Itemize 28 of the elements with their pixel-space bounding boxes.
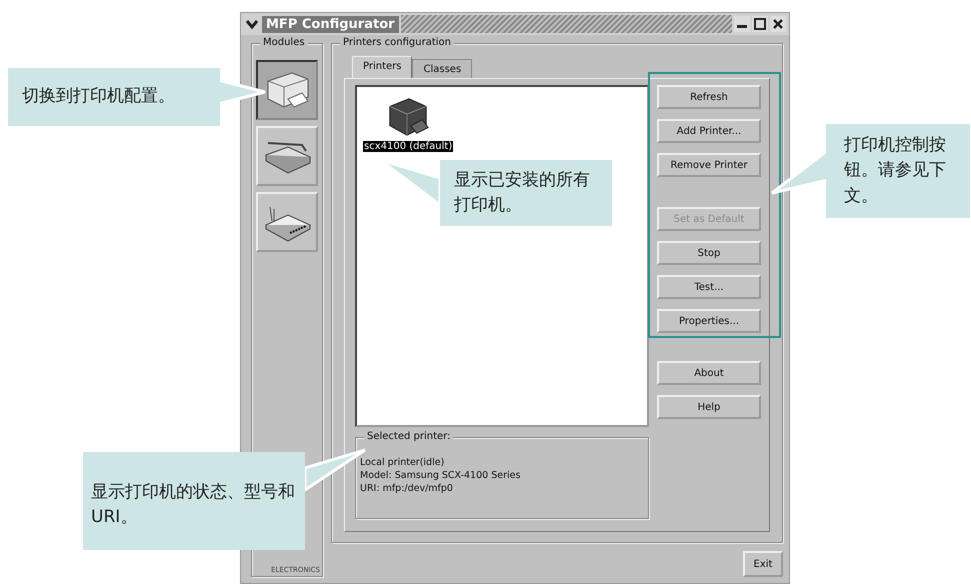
modules-label: Modules xyxy=(260,37,308,48)
action-button[interactable]: Stop xyxy=(657,241,761,265)
callout-text: 显示打印机的状态、型号和 URI。 xyxy=(91,480,296,529)
minimize-icon[interactable] xyxy=(734,16,750,32)
action-button[interactable]: About xyxy=(657,361,761,385)
callout-text: 切换到打印机配置。 xyxy=(22,85,175,108)
tab[interactable]: Classes xyxy=(412,59,472,78)
module-button[interactable] xyxy=(256,60,318,120)
close-icon[interactable] xyxy=(770,16,786,32)
callout-text: 打印机控制按钮。请参见下文。 xyxy=(844,134,947,208)
action-button[interactable]: Help xyxy=(657,395,761,419)
printers-configuration-label: Printers configuration xyxy=(340,37,454,48)
printer-info-text: Model: Samsung SCX-4100 Series xyxy=(360,469,522,482)
callout-text: 显示已安装的所有打印机。 xyxy=(454,168,591,217)
action-button[interactable]: Remove Printer xyxy=(657,153,761,177)
window-title: MFP Configurator xyxy=(262,16,399,32)
printer-info-text: Local printer(idle) xyxy=(360,456,446,469)
printer-info-text: URI: mfp:/dev/mfp0 xyxy=(360,482,454,495)
action-button[interactable]: Add Printer... xyxy=(657,119,761,143)
action-button[interactable]: Refresh xyxy=(657,85,761,109)
tab[interactable]: Printers xyxy=(352,56,412,78)
selected-printer-label: Selected printer: xyxy=(364,431,454,442)
action-button[interactable]: Test... xyxy=(657,275,761,299)
printer-name[interactable]: scx4100 (default) xyxy=(363,141,454,152)
maximize-icon[interactable] xyxy=(752,16,768,32)
chevron-down-icon[interactable] xyxy=(244,17,260,31)
exit-button[interactable]: Exit xyxy=(743,551,783,577)
action-button[interactable]: Properties... xyxy=(657,309,761,333)
